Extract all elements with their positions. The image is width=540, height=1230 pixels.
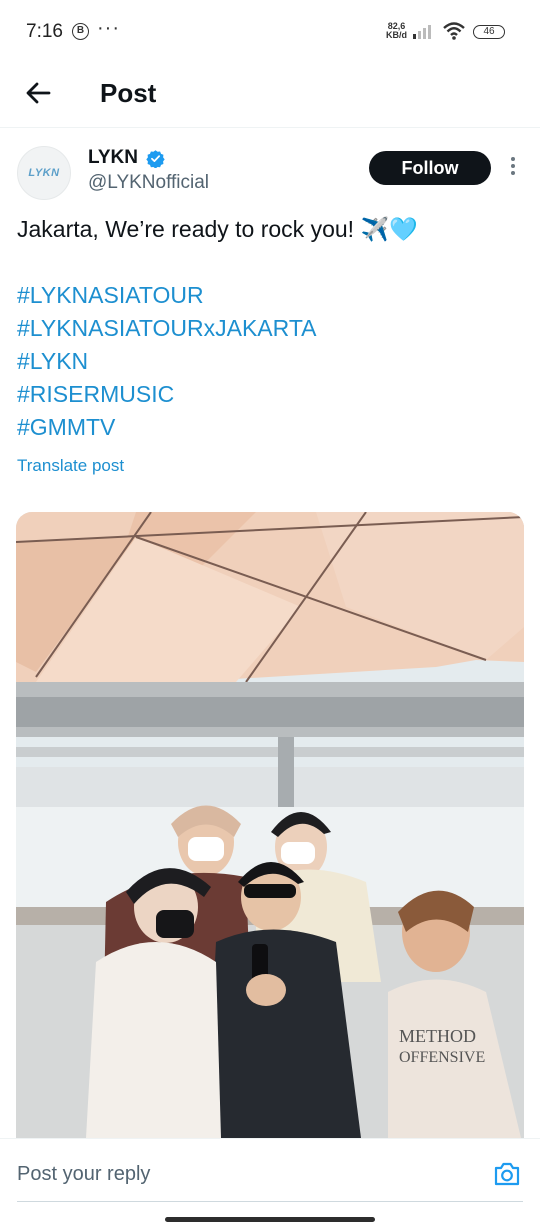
network-speed: 82,6 KB/d (386, 22, 407, 40)
avatar-logo: LYKN (28, 167, 60, 179)
status-bar: 7:16 B ··· 82,6 KB/d 46 (0, 0, 540, 62)
avatar[interactable]: LYKN (17, 146, 71, 200)
author-name[interactable]: LYKN (88, 147, 138, 169)
photo-illustration: METHOD OFFENSIVE (16, 512, 524, 1138)
hashtag-link[interactable]: #RISERMUSIC (17, 380, 174, 408)
signal-icon (413, 25, 431, 39)
wifi-icon (443, 22, 465, 40)
home-indicator[interactable] (165, 1217, 375, 1222)
hashtag-link[interactable]: #LYKN (17, 347, 88, 375)
hashtag-link[interactable]: #LYKNASIATOURxJAKARTA (17, 314, 317, 342)
reply-input[interactable]: Post your reply (17, 1163, 150, 1186)
more-options-icon[interactable] (505, 155, 521, 181)
shirt-text: METHOD (399, 1026, 476, 1046)
post-photo[interactable]: METHOD OFFENSIVE (16, 512, 524, 1138)
author-handle[interactable]: @LYKNofficial (88, 172, 209, 194)
svg-text:OFFENSIVE: OFFENSIVE (399, 1049, 485, 1066)
verified-badge-icon (146, 150, 165, 168)
reply-divider (17, 1201, 523, 1202)
b-icon: B (72, 23, 89, 40)
page-title: Post (100, 78, 157, 108)
status-time: 7:16 (26, 21, 63, 42)
translate-post-link[interactable]: Translate post (17, 456, 124, 476)
reply-bar: Post your reply (0, 1138, 540, 1230)
more-notifications-icon: ··· (97, 17, 120, 39)
arrow-left-icon[interactable] (22, 76, 56, 110)
follow-button[interactable]: Follow (369, 151, 491, 185)
hashtag-link[interactable]: #LYKNASIATOUR (17, 281, 204, 309)
post-text: Jakarta, We’re ready to rock you! ✈️🩵 (17, 216, 418, 242)
camera-icon[interactable] (493, 1161, 521, 1187)
battery-icon: 46 (473, 25, 505, 39)
top-app-bar: Post (0, 62, 540, 128)
hashtag-link[interactable]: #GMMTV (17, 413, 115, 441)
network-speed-unit: KB/d (386, 30, 407, 40)
